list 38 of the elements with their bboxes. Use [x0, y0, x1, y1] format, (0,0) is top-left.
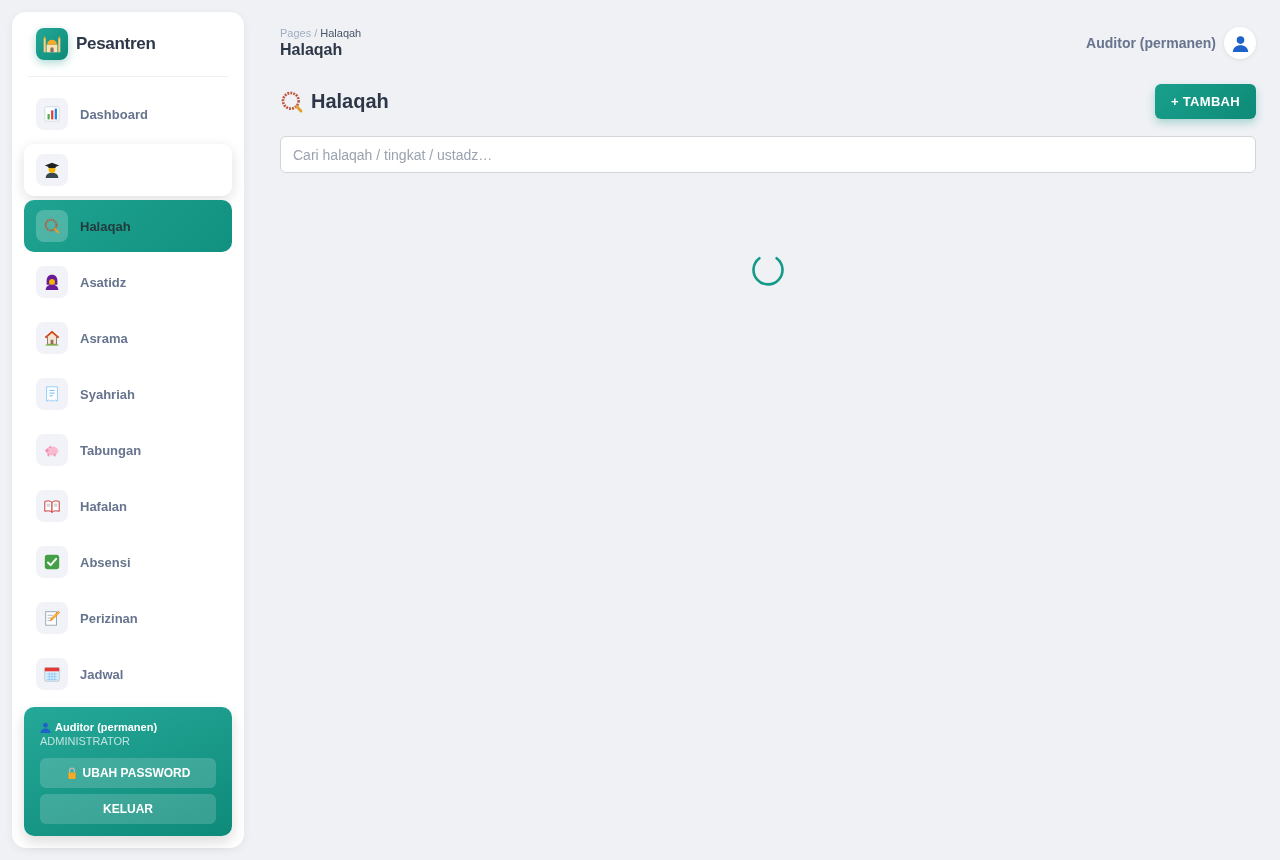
pig-icon [36, 434, 68, 466]
nav-item[interactable]: Dashboard [24, 88, 232, 140]
beads-icon [280, 89, 304, 114]
nav-item[interactable]: Perizinan [24, 592, 232, 644]
mosque-icon [36, 28, 68, 60]
bar-chart-icon [36, 98, 68, 130]
page-title: Halaqah [280, 40, 344, 60]
nav-item[interactable]: Halaqah [24, 200, 232, 252]
receipt-icon [36, 378, 68, 410]
memo-pencil-icon [36, 602, 68, 634]
change-password-button[interactable]: UBAH PASSWORD [40, 758, 216, 788]
graduate-icon [36, 154, 68, 186]
breadcrumb-current: Halaqah [320, 26, 362, 40]
house-icon [36, 322, 68, 354]
calendar-icon [36, 658, 68, 690]
lock-icon [65, 767, 78, 779]
headscarf-person-icon [36, 266, 68, 298]
nav-item[interactable]: Jadwal [24, 648, 232, 700]
nav-item[interactable]: Hafalan [24, 480, 232, 532]
user-name: Auditor (permanen) [55, 720, 158, 734]
person-icon [40, 721, 51, 733]
nav-item[interactable]: Asrama [24, 312, 232, 364]
logout-button[interactable]: KELUAR [40, 794, 216, 824]
search-field[interactable]: Cari halaqah / tingkat / ustadz… [280, 136, 1256, 173]
user-name: Auditor (permanen) [1086, 35, 1216, 51]
user-role: ADMINISTRATOR [40, 734, 132, 748]
add-button[interactable]: + TAMBAH [1155, 84, 1256, 119]
breadcrumb-separator: / [314, 26, 318, 40]
section-heading: Halaqah [311, 90, 389, 113]
book-icon [36, 490, 68, 522]
check-icon [36, 546, 68, 578]
brand-name: Pesantren [76, 34, 156, 54]
nav-item[interactable]: Tabungan [24, 424, 232, 476]
avatar-icon[interactable] [1224, 27, 1256, 59]
nav-item[interactable]: Asatidz [24, 256, 232, 308]
beads-icon [36, 210, 68, 242]
nav-item[interactable]: Absensi [24, 536, 232, 588]
nav-item[interactable]: Syahriah [24, 368, 232, 420]
